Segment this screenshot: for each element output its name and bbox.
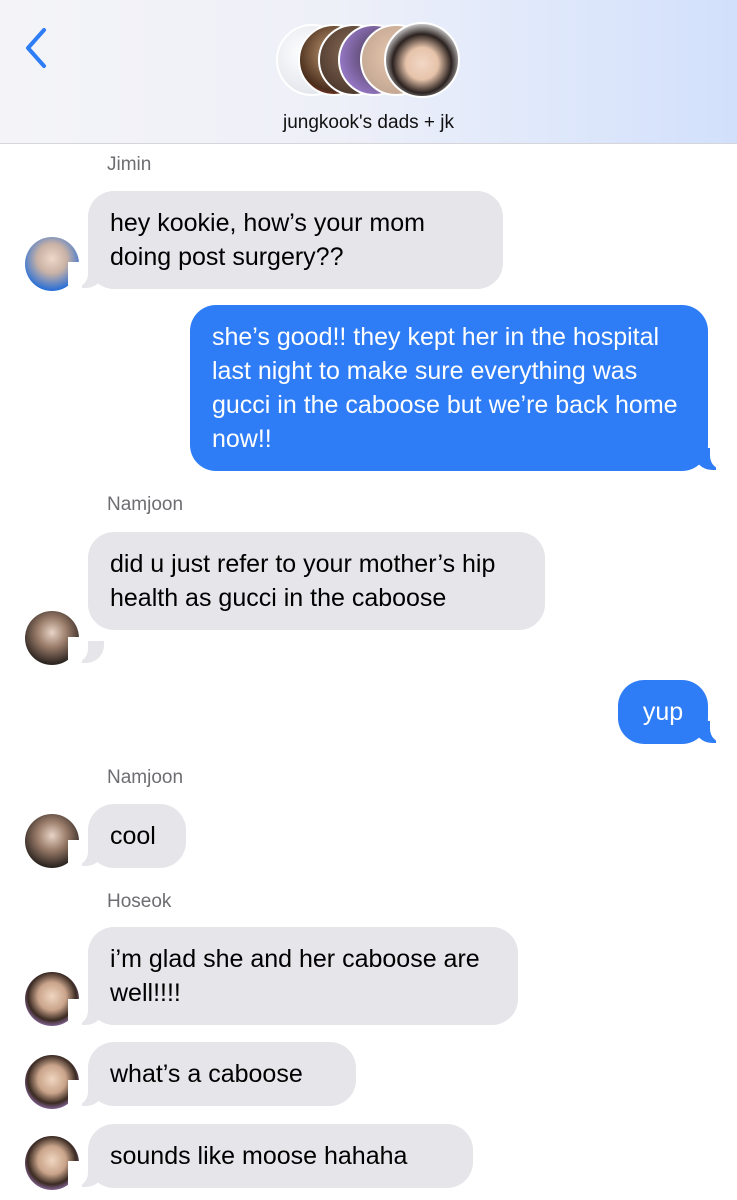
message-bubble-incoming[interactable]: sounds like moose hahaha: [88, 1124, 473, 1188]
sender-name: Hoseok: [107, 891, 172, 912]
chevron-left-icon: [26, 28, 46, 68]
group-name[interactable]: jungkook's dads + jk: [0, 112, 737, 134]
bubble-tail: [68, 637, 104, 663]
message-bubble-incoming[interactable]: cool: [88, 804, 186, 868]
chat-header: jungkook's dads + jk: [0, 0, 737, 144]
group-avatar-stack[interactable]: [276, 22, 466, 100]
message-bubble-outgoing[interactable]: yup: [618, 680, 708, 744]
message-bubble-incoming[interactable]: did u just refer to your mother’s hip he…: [88, 532, 545, 630]
sender-name: Namjoon: [107, 767, 184, 788]
sender-name: Jimin: [107, 154, 152, 175]
message-bubble-incoming[interactable]: what’s a caboose: [88, 1042, 356, 1106]
message-bubble-incoming[interactable]: i’m glad she and her caboose are well!!!…: [88, 927, 518, 1025]
message-bubble-outgoing[interactable]: she’s good!! they kept her in the hospit…: [190, 305, 708, 471]
back-button[interactable]: [22, 26, 52, 70]
message-bubble-incoming[interactable]: hey kookie, how’s your mom doing post su…: [88, 191, 503, 289]
sender-name: Namjoon: [107, 494, 184, 515]
avatar: [384, 22, 460, 98]
